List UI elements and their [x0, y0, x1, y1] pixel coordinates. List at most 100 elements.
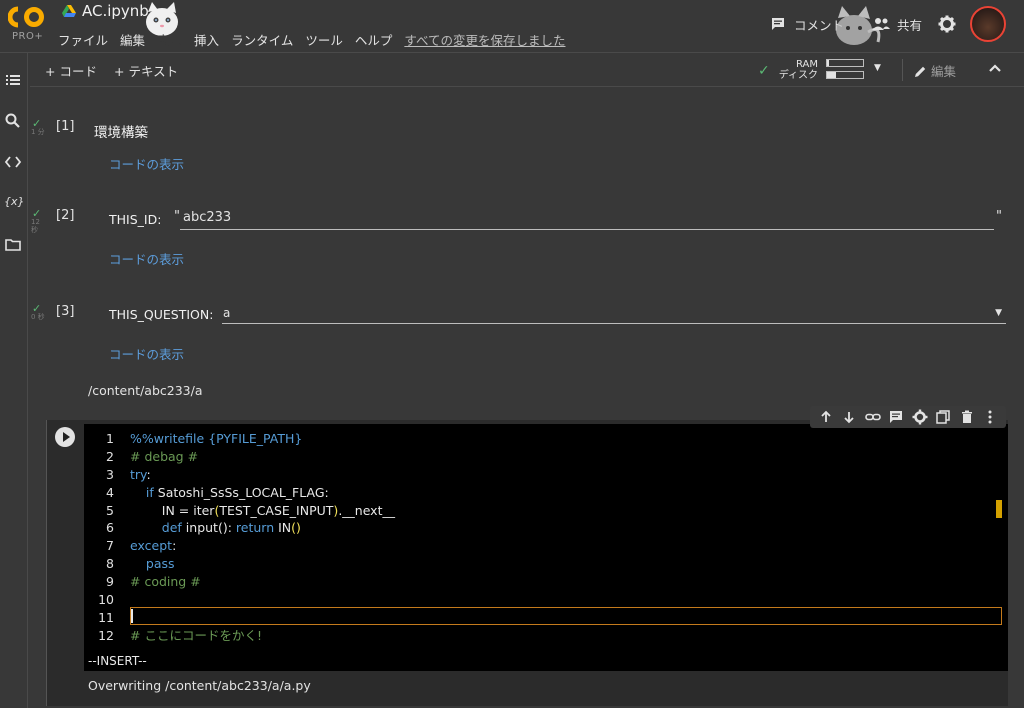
code-line: # coding #: [130, 574, 201, 590]
line-number: 9: [106, 574, 114, 590]
code-editor[interactable]: 1 2 3 4 5 6 7 8 9 10 11 12 %%writefile {…: [84, 424, 1008, 671]
more-vert-icon[interactable]: [982, 409, 998, 425]
vim-mode-indicator: --INSERT--: [84, 652, 1008, 671]
cell-exec-count[interactable]: [1]: [56, 119, 74, 134]
cell-exec-time: 12 秒: [31, 218, 40, 234]
people-icon: [872, 18, 890, 30]
save-status-link[interactable]: すべての変更を保存しました: [404, 30, 565, 48]
gear-icon[interactable]: [912, 409, 928, 425]
share-label: 共有: [897, 17, 923, 33]
menu-help[interactable]: ヘルプ: [355, 30, 393, 48]
gear-icon: [938, 15, 956, 33]
link-icon[interactable]: [864, 409, 881, 425]
quote-mark: ": [174, 209, 180, 224]
code-line: # debag #: [130, 448, 199, 464]
cell-toolbar: [810, 406, 1006, 428]
toolbar-separator: [902, 59, 903, 81]
disk-usage-fill: [827, 72, 836, 78]
this-question-select[interactable]: a ▼: [222, 304, 1006, 324]
cell-exec-count[interactable]: [2]: [56, 208, 74, 223]
this-id-input[interactable]: " abc233: [174, 208, 994, 230]
resource-monitor-button[interactable]: ✓ RAM ディスク ▼: [758, 57, 894, 83]
menu-runtime[interactable]: ランタイム: [231, 30, 293, 48]
active-line-highlight: [130, 607, 1002, 625]
menu-file[interactable]: ファイル: [58, 30, 108, 48]
ram-usage-bar: [826, 59, 864, 67]
cell-exec-count[interactable]: [3]: [56, 304, 74, 319]
add-code-button[interactable]: + コード: [45, 61, 97, 80]
code-line: if Satoshi_SsSs_LOCAL_FLAG:: [145, 484, 329, 500]
resource-labels: RAM ディスク: [778, 59, 818, 81]
param-label: THIS_QUESTION:: [109, 307, 214, 322]
show-code-link[interactable]: コードの表示: [109, 154, 184, 173]
line-number: 1: [106, 431, 114, 446]
code-line: %%writefile {PYFILE_PATH}: [130, 431, 303, 446]
left-rail: {x}: [0, 53, 28, 708]
arrow-up-icon[interactable]: [818, 409, 834, 425]
param-label: THIS_ID:: [109, 212, 162, 227]
cell-form-title: 環境構築: [94, 125, 148, 141]
pencil-icon: [915, 66, 926, 77]
menu-tools[interactable]: ツール: [305, 30, 343, 48]
toolbar-divider: [30, 86, 1024, 87]
comment-icon: [772, 18, 784, 30]
menu-insert[interactable]: 挿入: [194, 30, 219, 48]
edit-button[interactable]: 編集: [914, 61, 956, 80]
toc-icon[interactable]: [4, 71, 22, 89]
edit-label: 編集: [931, 64, 957, 79]
line-number: 12: [98, 627, 114, 643]
ram-usage-fill: [827, 60, 829, 66]
chevron-down-icon: ▼: [995, 308, 1002, 318]
cell-output-text: /content/abc233/a: [88, 383, 203, 398]
chevron-up-icon[interactable]: [985, 58, 1005, 78]
line-number: 10: [98, 592, 114, 608]
comment-icon[interactable]: [888, 409, 904, 425]
line-number: 3: [106, 466, 114, 482]
line-number: 8: [106, 556, 114, 572]
line-number-gutter: 1 2 3 4 5 6 7 8 9 10 11 12: [84, 430, 114, 645]
line-number: 6: [106, 520, 114, 536]
mirror-cell-icon[interactable]: [935, 409, 951, 425]
trash-icon[interactable]: [959, 409, 975, 425]
menu-view[interactable]: 表示: [157, 30, 182, 48]
notebook-toolbar: + コード + テキスト ✓ RAM ディスク ▼ 編集: [0, 53, 1024, 86]
colab-logo[interactable]: [8, 6, 46, 28]
scrollbar-marker: [996, 500, 1002, 518]
line-number: 7: [106, 538, 114, 554]
arrow-down-icon[interactable]: [841, 409, 857, 425]
variables-icon[interactable]: {x}: [4, 195, 25, 213]
this-id-value: abc233: [183, 210, 232, 225]
chevron-down-icon: ▼: [874, 63, 881, 73]
menu-bar: ファイル 編集 表示 挿入 ランタイム ツール ヘルプ すべての変更を保存しまし…: [58, 30, 578, 48]
folder-icon[interactable]: [4, 236, 22, 254]
show-code-link[interactable]: コードの表示: [109, 344, 184, 363]
ram-label: RAM: [795, 59, 818, 70]
line-number: 2: [106, 448, 114, 464]
line-number: 4: [106, 484, 114, 500]
cell-exec-time: 1 分: [31, 128, 45, 136]
search-icon[interactable]: [4, 112, 22, 130]
quote-mark: ": [996, 209, 1002, 224]
disk-label: ディスク: [778, 70, 818, 81]
code-snippets-icon[interactable]: [4, 153, 22, 171]
settings-button[interactable]: [938, 10, 956, 38]
menu-edit[interactable]: 編集: [120, 30, 145, 48]
share-button[interactable]: 共有: [872, 10, 922, 38]
drive-icon[interactable]: [62, 5, 76, 17]
code-line: try:: [130, 466, 151, 482]
pro-plus-badge: PRO+: [12, 31, 44, 42]
cell-exec-time: 0 秒: [31, 313, 45, 321]
notebook-title[interactable]: AC.ipynb: [82, 2, 149, 20]
check-icon: ✓: [758, 63, 770, 79]
disk-usage-bar: [826, 71, 864, 79]
text-cursor: [131, 609, 133, 623]
account-avatar[interactable]: [970, 6, 1006, 42]
add-text-button[interactable]: + テキスト: [114, 61, 178, 80]
code-line: def input(): return IN(): [161, 520, 301, 536]
code-line: IN = iter(TEST_CASE_INPUT).__next__: [130, 502, 395, 518]
line-number: 5: [106, 502, 114, 518]
show-code-link[interactable]: コードの表示: [109, 249, 184, 268]
run-cell-button[interactable]: [55, 427, 75, 447]
this-question-value: a: [223, 306, 231, 320]
code-line: # ここにコードをかく!: [130, 627, 262, 643]
